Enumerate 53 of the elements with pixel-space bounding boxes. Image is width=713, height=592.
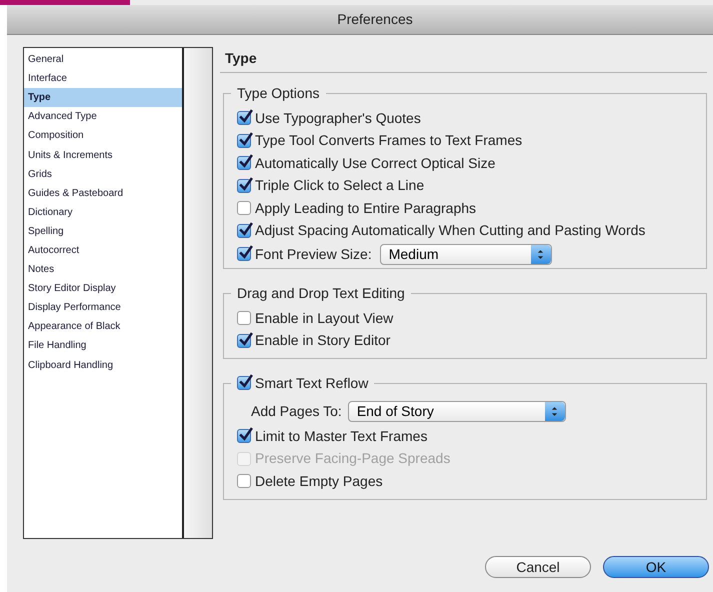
checkbox[interactable]: [237, 311, 251, 326]
sidebar-item[interactable]: Grids: [24, 164, 182, 184]
checkbox[interactable]: [237, 156, 251, 170]
checkbox-label: Automatically Use Correct Optical Size: [255, 154, 496, 173]
checkbox[interactable]: [237, 201, 251, 216]
stepper-arrows-icon: [530, 244, 551, 264]
cancel-button[interactable]: Cancel: [485, 556, 591, 578]
sidebar-item[interactable]: Appearance of Black: [24, 317, 182, 336]
ok-button[interactable]: OK: [603, 556, 709, 578]
checkbox-label: Limit to Master Text Frames: [255, 426, 428, 446]
checkbox[interactable]: [237, 224, 251, 238]
checkbox-label: Font Preview Size:: [255, 244, 372, 264]
group-title: Type Options: [237, 84, 320, 103]
sidebar-item[interactable]: Guides & Pasteboard: [24, 184, 182, 203]
sidebar-item[interactable]: Story Editor Display: [24, 279, 182, 298]
sidebar-item[interactable]: Interface: [24, 69, 182, 88]
checkbox[interactable]: [237, 134, 251, 148]
checkbox-label: Preserve Facing-Page Spreads: [255, 449, 450, 468]
checkbox-label: Adjust Spacing Automatically When Cutting and Pasting Words: [255, 221, 646, 240]
sidebar-item[interactable]: Dictionary: [24, 202, 182, 222]
sidebar-item[interactable]: Spelling: [24, 222, 182, 241]
stepper-arrows-icon: [544, 402, 565, 420]
group-title: Smart Text Reflow: [255, 374, 368, 392]
sidebar-item[interactable]: Clipboard Handling: [24, 356, 182, 375]
sidebar-item[interactable]: General: [24, 50, 182, 70]
checkbox[interactable]: [237, 474, 251, 488]
sidebar-item[interactable]: Composition: [24, 126, 182, 146]
dropdown[interactable]: Medium: [380, 244, 552, 264]
section-title: Type: [225, 50, 257, 66]
checkbox-label: Type Tool Converts Frames to Text Frames: [255, 131, 522, 150]
checkbox-label: Enable in Story Editor: [255, 331, 390, 350]
checkbox-label: Enable in Layout View: [255, 308, 394, 328]
sidebar-item[interactable]: File Handling: [24, 336, 182, 356]
checkbox-label: Apply Leading to Entire Paragraphs: [255, 198, 476, 218]
checkbox-label: Triple Click to Select a Line: [255, 176, 424, 196]
sidebar-item[interactable]: Autocorrect: [24, 240, 182, 260]
field-label: Add Pages To:: [251, 402, 342, 421]
dropdown[interactable]: End of Story: [348, 400, 566, 422]
group-title: Drag and Drop Text Editing: [237, 284, 405, 303]
checkbox[interactable]: [237, 247, 251, 261]
window-title: Preferences: [336, 10, 413, 29]
sidebar-item[interactable]: Units & Increments: [24, 145, 182, 165]
sidebar-item[interactable]: Display Performance: [24, 298, 182, 318]
sidebar-item[interactable]: Advanced Type: [24, 107, 182, 126]
checkbox[interactable]: [237, 334, 251, 348]
sidebar-item[interactable]: Notes: [24, 260, 182, 280]
checkbox[interactable]: [237, 429, 251, 444]
checkbox[interactable]: [237, 111, 251, 126]
sidebar-item[interactable]: Type: [24, 88, 182, 108]
checkbox-label: Use Typographer's Quotes: [255, 108, 421, 128]
checkbox[interactable]: [237, 376, 251, 390]
checkbox-label: Delete Empty Pages: [255, 472, 383, 491]
checkbox[interactable]: [237, 178, 251, 193]
